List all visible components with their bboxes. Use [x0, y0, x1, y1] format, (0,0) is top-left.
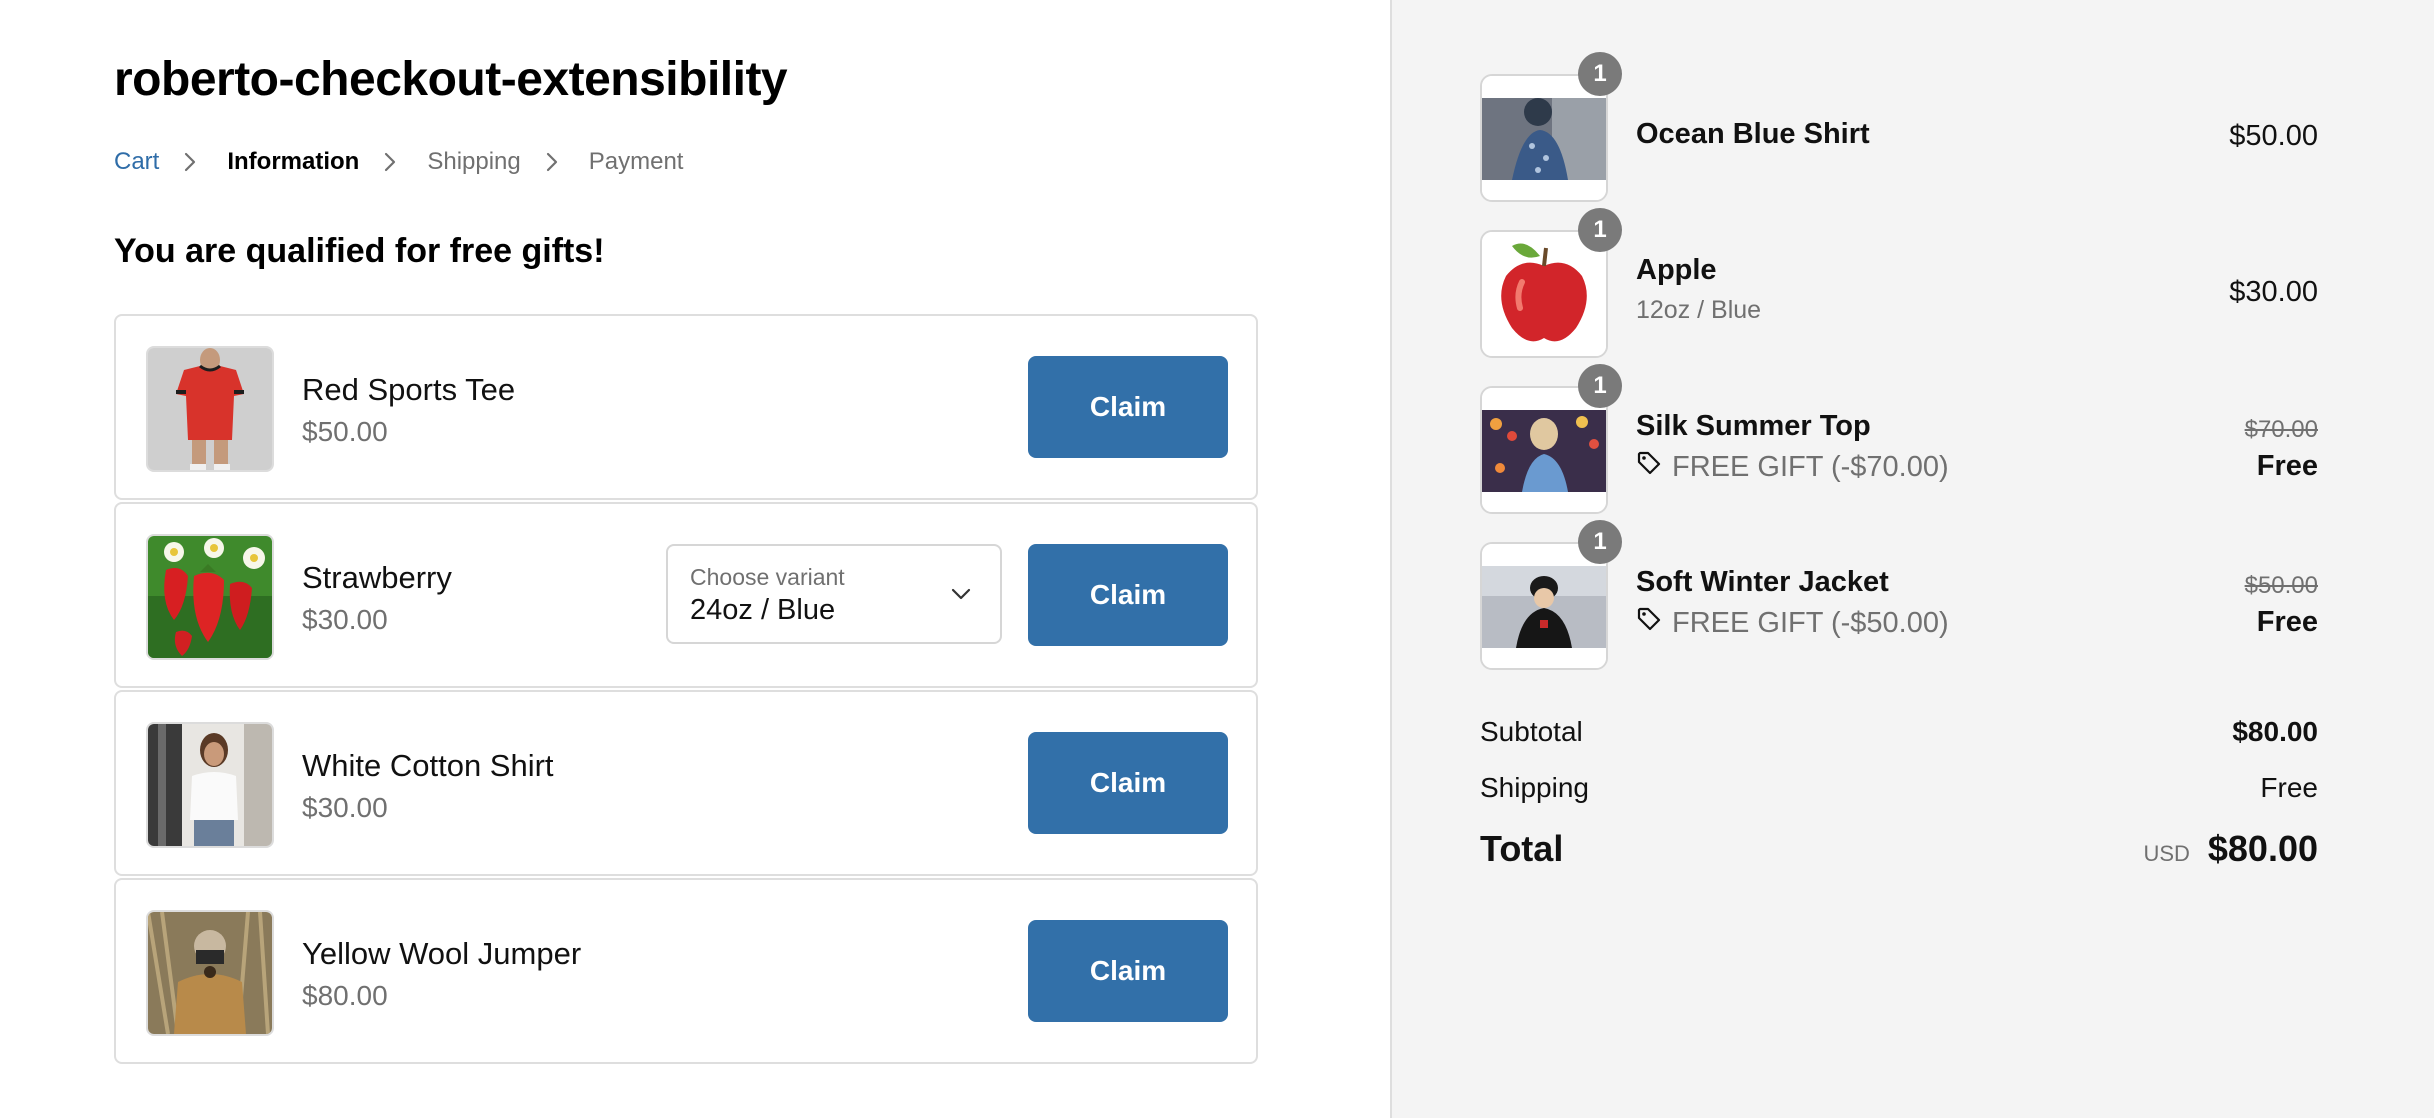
compare-at-price: $70.00 [2244, 416, 2318, 443]
claim-button[interactable]: Claim [1028, 356, 1228, 458]
main-content: roberto-checkout-extensibility Cart Info… [0, 0, 1390, 1118]
variant-label: Choose variant [690, 564, 845, 590]
line-item: 1 Ocean Blue Shirt $50.00 [1480, 52, 2318, 202]
line-item-name: Soft Winter Jacket [1636, 566, 1889, 598]
gift-price: $50.00 [302, 416, 388, 447]
free-gift-discount: FREE GIFT (-$70.00) [1636, 450, 1949, 484]
quantity-badge: 1 [1578, 520, 1622, 564]
tag-icon [1636, 450, 1672, 484]
shipping-label: Shipping [1480, 772, 1589, 803]
free-gift-label: FREE GIFT (-$50.00) [1672, 606, 1949, 639]
free-gift-label: FREE GIFT (-$70.00) [1672, 450, 1949, 483]
line-item: 1 Apple 12oz / Blue $30.00 [1480, 208, 2318, 358]
subtotal-label: Subtotal [1480, 716, 1583, 747]
breadcrumb-information: Information [227, 148, 360, 175]
claim-button[interactable]: Claim [1028, 732, 1228, 834]
quantity-badge: 1 [1578, 52, 1622, 96]
gift-name: Yellow Wool Jumper [302, 936, 582, 971]
compare-at-price: $50.00 [2244, 572, 2318, 599]
claim-button[interactable]: Claim [1028, 544, 1228, 646]
line-item: 1 Silk Summer Top FREE GIFT (-$70.00) $7… [1480, 364, 2318, 514]
line-item-price: Free [2256, 606, 2318, 638]
line-item-price: Free [2256, 450, 2318, 482]
gift-card: Red Sports Tee $50.00 Claim [114, 314, 1258, 500]
quantity-badge: 1 [1578, 208, 1622, 252]
subtotal-row: Subtotal $80.00 [1480, 716, 2318, 748]
gift-image-red-sports-tee [146, 346, 274, 472]
total-label: Total [1480, 828, 1564, 869]
shop-title: roberto-checkout-extensibility [114, 53, 788, 106]
gift-card: White Cotton Shirt $30.00 Claim [114, 690, 1258, 876]
line-item-price: $30.00 [2229, 276, 2318, 308]
breadcrumb-cart[interactable]: Cart [114, 148, 159, 176]
gift-price: $30.00 [302, 792, 388, 823]
gift-image-yellow-wool-jumper [146, 910, 274, 1036]
total-value: $80.00 [2207, 828, 2318, 869]
gift-name: Strawberry [302, 560, 452, 595]
variant-select[interactable]: Choose variant 24oz / Blue [666, 544, 1002, 644]
breadcrumb: Cart Information Shipping Payment [114, 148, 683, 176]
quantity-badge: 1 [1578, 364, 1622, 408]
gift-list: Red Sports Tee $50.00 Claim Strawberry $… [114, 314, 1258, 1066]
line-item: 1 Soft Winter Jacket FREE GIFT (-$50.00)… [1480, 520, 2318, 670]
chevron-right-icon [383, 151, 397, 173]
gift-name: White Cotton Shirt [302, 748, 554, 783]
gift-image-white-cotton-shirt [146, 722, 274, 848]
line-item-name: Ocean Blue Shirt [1636, 118, 1870, 150]
line-item-price: $50.00 [2229, 120, 2318, 152]
shipping-row: Shipping Free [1480, 772, 2318, 804]
breadcrumb-payment: Payment [588, 148, 684, 175]
gift-name: Red Sports Tee [302, 372, 516, 407]
chevron-down-icon [950, 586, 972, 602]
currency-code: USD [2143, 841, 2190, 866]
gift-image-strawberry [146, 534, 274, 660]
breadcrumb-shipping: Shipping [427, 148, 521, 175]
shipping-value: Free [2260, 772, 2318, 803]
line-item-name: Silk Summer Top [1636, 410, 1871, 442]
chevron-right-icon [545, 151, 559, 173]
line-item-name: Apple [1636, 254, 1717, 286]
subtotal-value: $80.00 [2232, 716, 2318, 747]
gifts-heading: You are qualified for free gifts! [114, 232, 605, 270]
gift-card: Yellow Wool Jumper $80.00 Claim [114, 878, 1258, 1064]
tag-icon [1636, 606, 1672, 640]
gift-price: $30.00 [302, 604, 388, 635]
gift-price: $80.00 [302, 980, 388, 1011]
chevron-right-icon [183, 151, 197, 173]
claim-button[interactable]: Claim [1028, 920, 1228, 1022]
total-amount: USD $80.00 [2143, 828, 2318, 870]
gift-card: Strawberry $30.00 Choose variant 24oz / … [114, 502, 1258, 688]
free-gift-discount: FREE GIFT (-$50.00) [1636, 606, 1949, 640]
line-item-variant: 12oz / Blue [1636, 296, 1762, 324]
total-row: Total USD $80.00 [1480, 828, 2318, 870]
variant-value: 24oz / Blue [690, 594, 836, 626]
